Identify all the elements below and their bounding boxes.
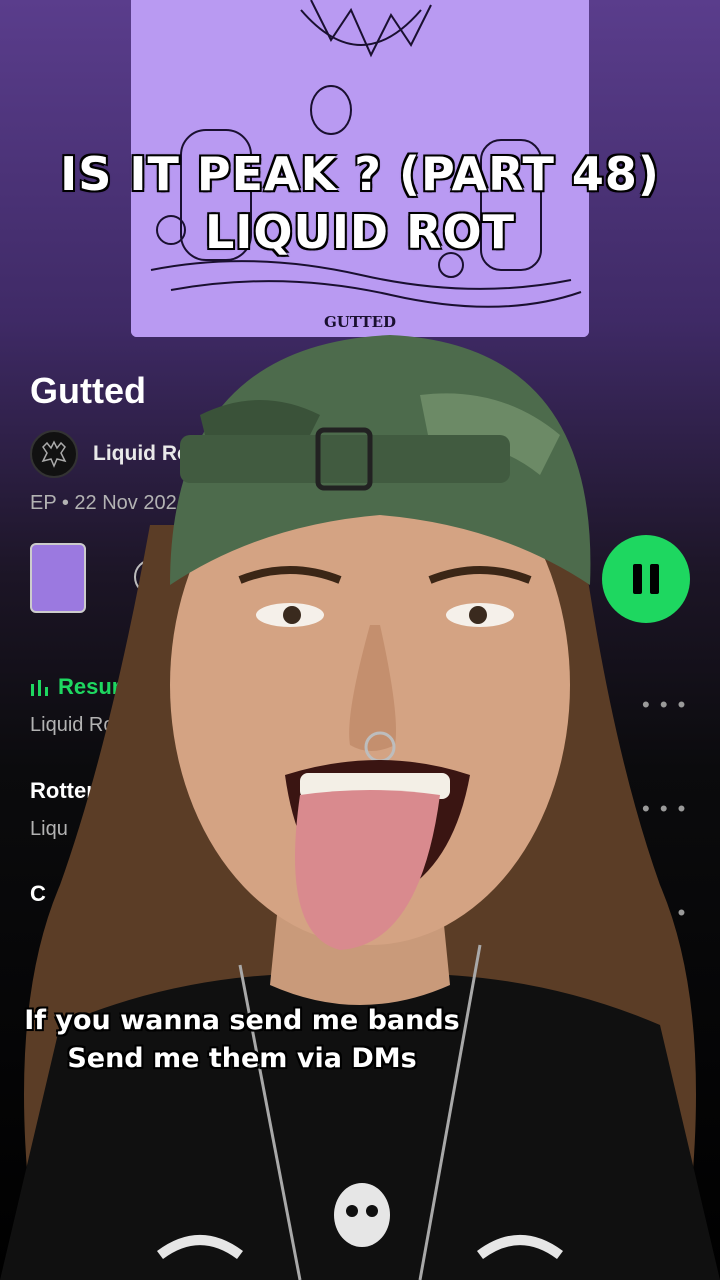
video-title-overlay: IS IT PEAK ? (PART 48) LIQUID ROT xyxy=(0,145,720,261)
caption-line-1: If you wanna send me bands xyxy=(24,1005,460,1036)
title-line-2: LIQUID ROT xyxy=(204,205,516,259)
title-line-1: IS IT PEAK ? (PART 48) xyxy=(60,147,660,201)
caption-line-2: Send me them via DMs xyxy=(67,1043,417,1074)
video-caption: If you wanna send me bands Send me them … xyxy=(12,1002,472,1078)
creator-video xyxy=(0,325,720,1280)
